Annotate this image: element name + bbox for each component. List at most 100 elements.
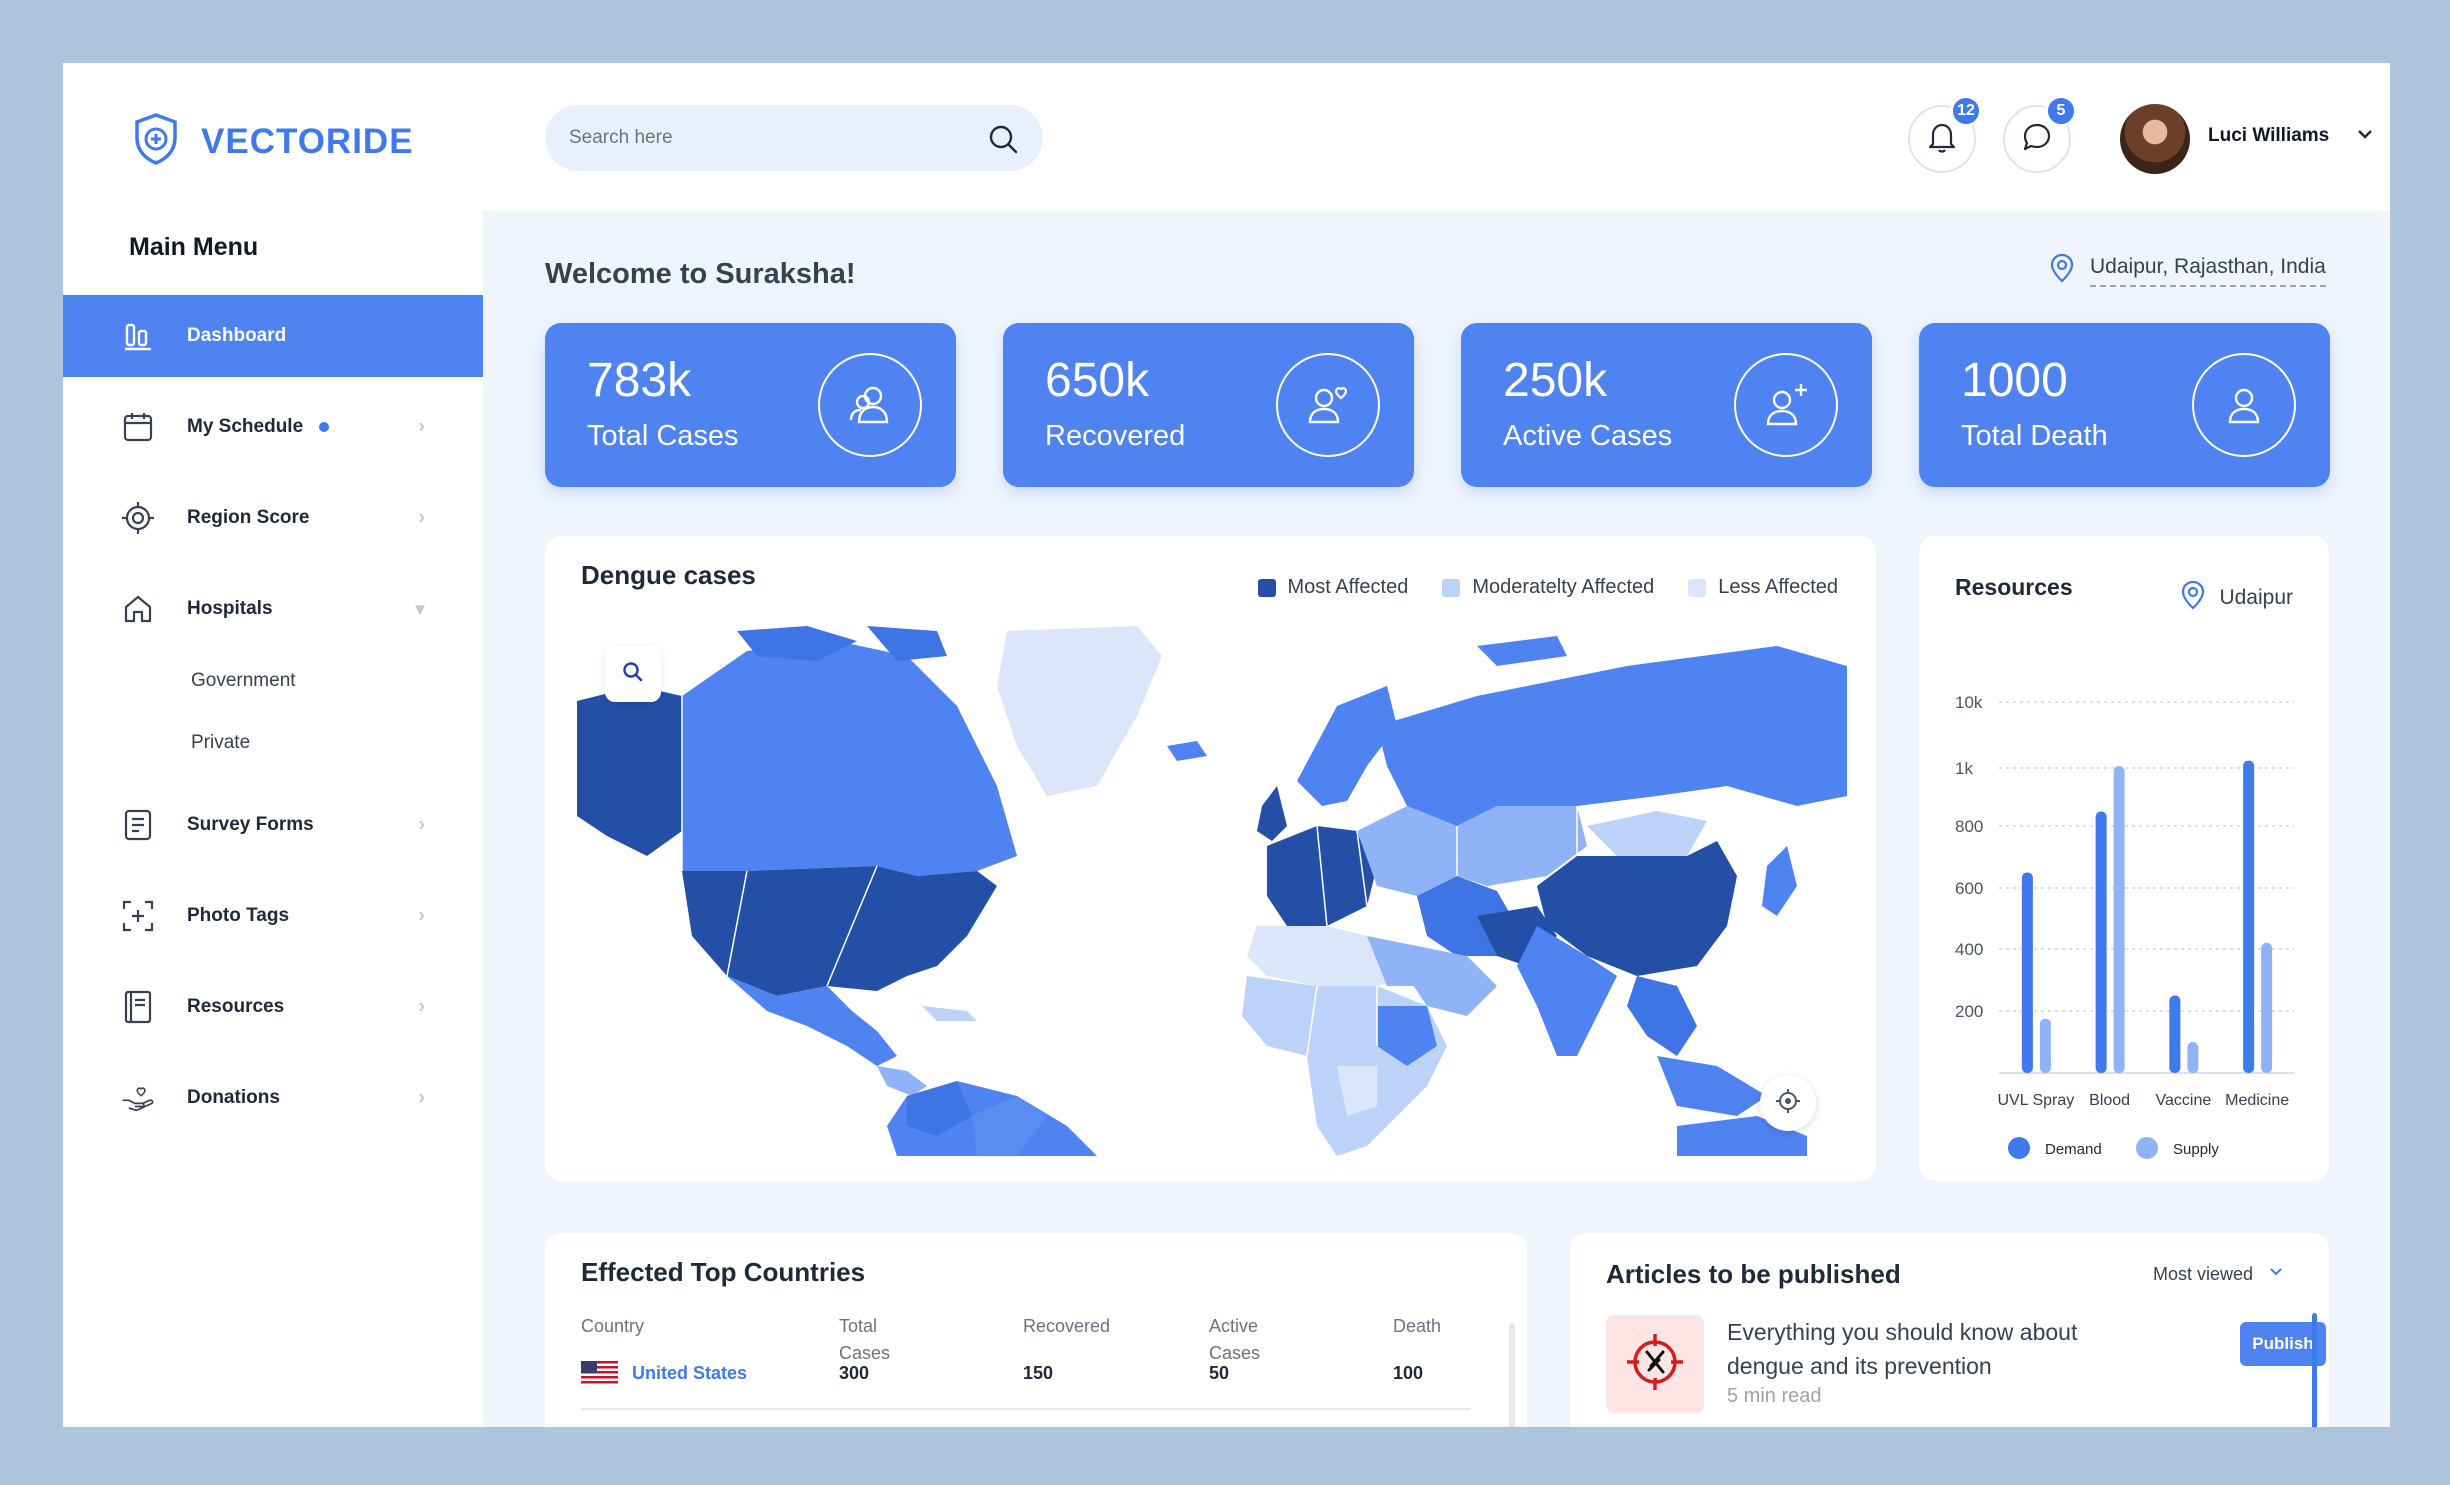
users-icon [818,353,922,457]
sidebar-item-label: Region Score [187,507,310,528]
sidebar-item-hospitals[interactable]: Hospitals ▾ [63,568,483,650]
table-scrollbar[interactable] [1509,1323,1515,1427]
map-title: Dengue cases [581,560,756,590]
user-heart-icon [1276,353,1380,457]
search-icon [622,661,644,688]
sort-dropdown[interactable]: Most viewed [2153,1263,2285,1286]
sidebar-item-donations[interactable]: Donations › [63,1057,483,1139]
resources-location-text: Udaipur [2219,586,2293,609]
brand-logo[interactable]: VECTORIDE [133,113,414,170]
resources-title: Resources [1955,574,2073,600]
sidebar-item-dashboard[interactable]: Dashboard [63,295,483,377]
notifications-button[interactable]: 12 [1908,95,1982,173]
chevron-right-icon: › [418,813,425,836]
mosquito-target-icon [1623,1330,1687,1399]
map-legend: Most Affected Moderatelty Affected Less … [1257,576,1838,599]
sidebar-item-survey-forms[interactable]: Survey Forms › [63,784,483,866]
x-tick-label: Vaccine [2156,1092,2212,1109]
sidebar-item-label: Hospitals [187,598,273,619]
user-avatar[interactable] [2120,104,2190,174]
table-row[interactable]: United States 300 150 50 100 [581,1361,1471,1410]
user-icon [2192,353,2296,457]
new-indicator-dot [319,422,330,432]
article-title[interactable]: Everything you should know about dengue … [1727,1315,2147,1383]
table-header: Country Total Cases Recovered Active Cas… [581,1313,1471,1367]
sidebar-item-label: Donations [187,1087,280,1108]
stat-value: 1000 [1961,354,2068,407]
chat-bubble-icon [2021,121,2053,158]
main-nav: Dashboard My Schedule › Region Score › H… [63,295,483,1148]
stat-card-total-cases[interactable]: 783k Total Cases [545,323,956,487]
chevron-down-icon [2267,1263,2285,1286]
legend-item-most: Most Affected [1257,576,1408,599]
legend-dot-supply [2136,1137,2158,1159]
target-icon [121,501,155,535]
messages-button[interactable]: 5 [2003,95,2077,173]
stat-label: Total Cases [587,420,739,452]
chevron-right-icon: › [418,1086,425,1109]
map-locate-button[interactable] [1760,1075,1816,1131]
column-header[interactable]: Country [581,1313,839,1367]
bar-demand [2243,760,2255,1073]
column-header[interactable]: Recovered [1023,1313,1209,1367]
bar-chart-icon [121,319,155,353]
search-input[interactable] [569,127,969,149]
column-header[interactable]: Active Cases [1209,1313,1393,1367]
stat-card-recovered[interactable]: 650k Recovered [1003,323,1414,487]
world-map[interactable] [577,626,1847,1156]
crosshair-icon [1775,1088,1801,1119]
article-read-time: 5 min read [1727,1385,1822,1407]
sidebar-subitem-government[interactable]: Government [63,650,483,712]
app-window: VECTORIDE Main Menu Dashboard My Schedul… [63,63,2390,1427]
legend-dot-demand [2008,1137,2030,1159]
bar-supply [2261,942,2273,1073]
column-header[interactable]: Total Cases [839,1313,1023,1367]
user-plus-icon [1734,353,1838,457]
sidebar-item-region-score[interactable]: Region Score › [63,477,483,559]
search-box [545,105,1043,171]
us-flag-icon [581,1361,618,1386]
legend-label: Demand [2045,1141,2102,1158]
top-countries-card: Effected Top Countries Country Total Cas… [545,1233,1527,1427]
stat-value: 250k [1503,354,1608,407]
user-name[interactable]: Luci Williams [2208,125,2329,147]
stat-value: 783k [587,354,692,407]
stat-card-active-cases[interactable]: 250k Active Cases [1461,323,1872,487]
calendar-icon [121,410,155,444]
chevron-right-icon: › [418,904,425,927]
stat-label: Recovered [1045,420,1186,452]
stat-value: 650k [1045,354,1150,407]
sidebar-item-resources[interactable]: Resources › [63,966,483,1048]
article-thumbnail[interactable] [1606,1315,1704,1413]
legend-item-less: Less Affected [1688,576,1838,599]
page-title: Welcome to Suraksha! [545,258,856,290]
y-tick-label: 200 [1955,1002,1983,1021]
country-cell[interactable]: United States [581,1361,839,1386]
map-zoom-button[interactable] [605,646,661,702]
sidebar-subitem-private[interactable]: Private [63,712,483,774]
column-header[interactable]: Death [1393,1313,1471,1367]
recovered-cell: 150 [1023,1363,1054,1383]
bar-supply [2113,766,2125,1073]
articles-scrollbar[interactable] [2312,1313,2317,1427]
total-cases-cell: 300 [839,1363,870,1383]
stat-card-total-death[interactable]: 1000 Total Death [1919,323,2330,487]
chevron-down-icon[interactable] [2354,123,2376,150]
sidebar-item-label: Dashboard [187,325,287,346]
current-location[interactable]: Udaipur, Rajasthan, India [2050,253,2326,289]
bell-icon [1927,121,1957,158]
messages-badge: 5 [2045,95,2077,127]
sidebar: VECTORIDE Main Menu Dashboard My Schedul… [63,63,483,1427]
bar-supply [2039,1018,2051,1073]
sidebar-item-label: Survey Forms [187,814,314,835]
stat-label: Total Death [1961,420,2108,452]
resources-location[interactable]: Udaipur [2181,580,2293,616]
legend-label: Supply [2173,1141,2219,1158]
x-tick-label: Blood [2089,1092,2130,1109]
search-icon[interactable] [987,123,1019,160]
sidebar-item-label: My Schedule [187,416,304,437]
sidebar-item-photo-tags[interactable]: Photo Tags › [63,875,483,957]
sidebar-item-my-schedule[interactable]: My Schedule › [63,386,483,468]
bar-demand [2021,872,2033,1073]
y-tick-label: 10k [1955,693,1983,712]
